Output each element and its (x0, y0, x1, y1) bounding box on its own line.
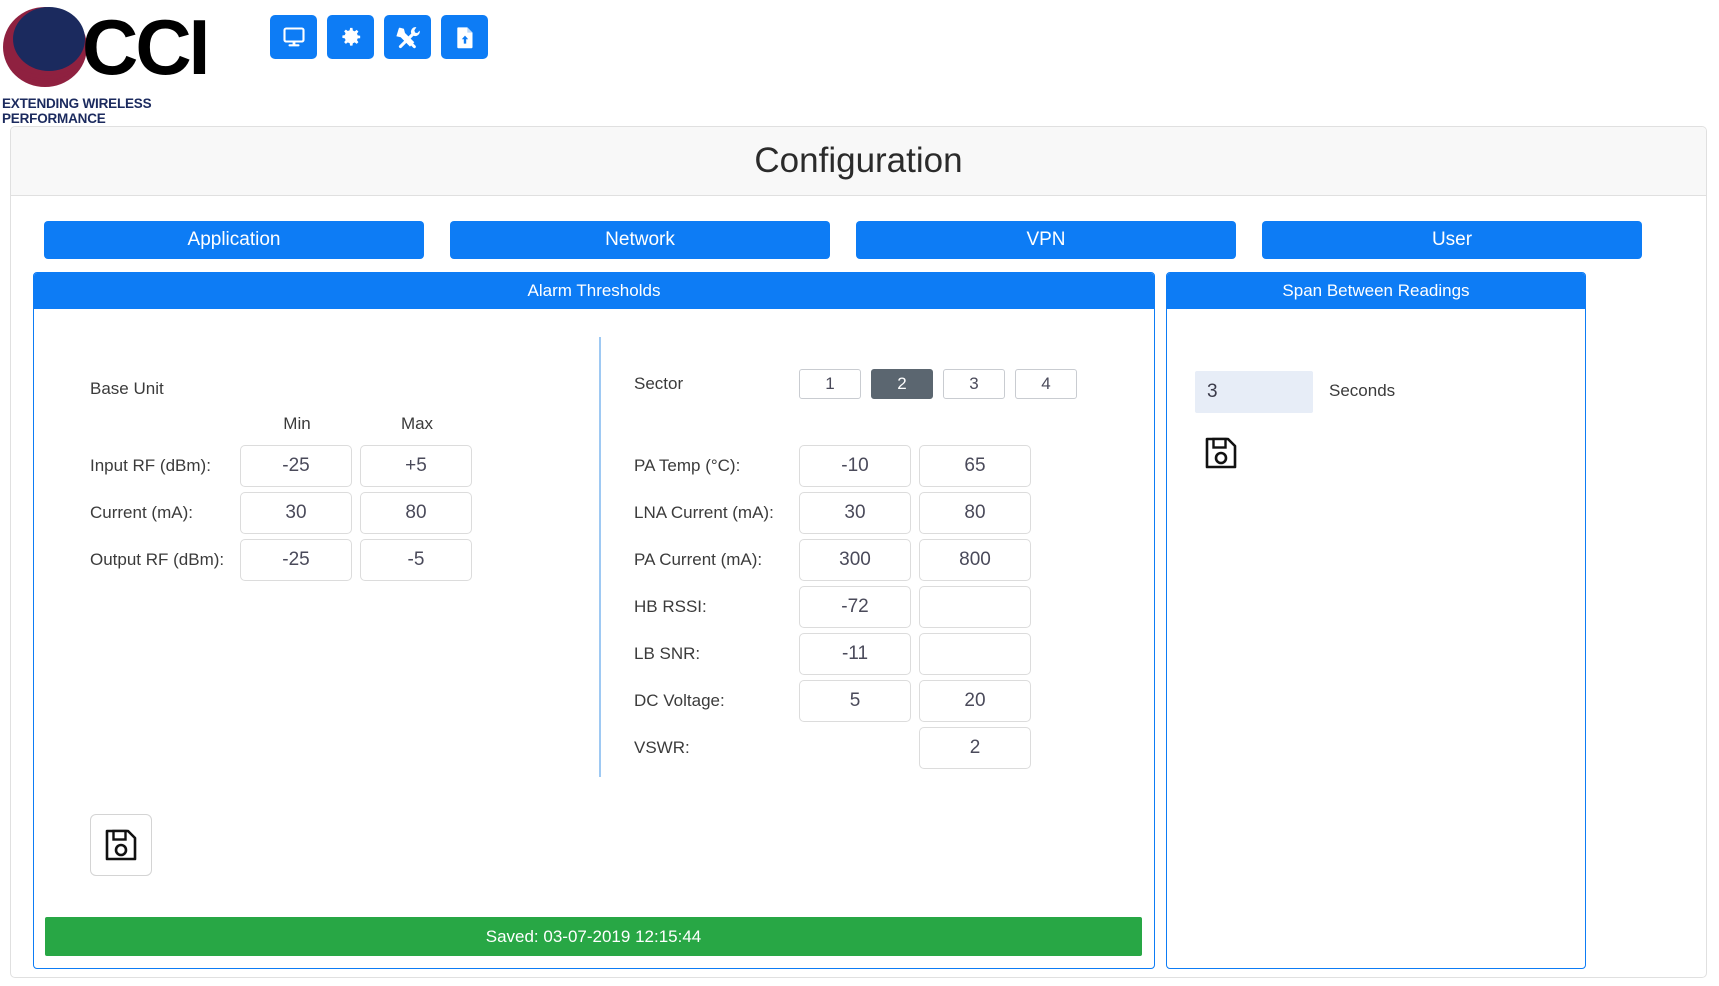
lna-current-max-field[interactable] (919, 492, 1031, 534)
column-header-max: Max (400, 414, 434, 433)
hb-rssi-max-field[interactable] (919, 586, 1031, 628)
current-max-field[interactable] (360, 492, 472, 534)
span-between-readings-panel: Span Between Readings Seconds (1166, 272, 1586, 969)
output-rf-max-field[interactable] (360, 539, 472, 581)
lna-current-min-field[interactable] (799, 492, 911, 534)
pa-temp-label: PA Temp (°C): (634, 456, 741, 475)
base-row-input-rf-label: Input RF (dBm): (90, 456, 211, 475)
span-panel-title: Span Between Readings (1167, 273, 1585, 309)
sector-row-lb-snr: LB SNR: (634, 633, 1054, 675)
alarm-thresholds-body: Base Unit Min Max Input RF (dBm): Curren… (34, 309, 1154, 968)
sector-row-lna-current: LNA Current (mA): (634, 492, 1054, 534)
logo-wordmark: CCI (82, 3, 210, 91)
tab-application[interactable]: Application (44, 221, 424, 259)
top-bar: CCI EXTENDING WIRELESS PERFORMANCE (0, 0, 1719, 126)
alarm-thresholds-title: Alarm Thresholds (34, 273, 1154, 309)
vswr-min-placeholder (799, 727, 911, 769)
base-row-output-rf-label: Output RF (dBm): (90, 550, 225, 569)
floppy-disk-icon (105, 829, 137, 861)
pa-current-max-field[interactable] (919, 539, 1031, 581)
cci-logo: CCI EXTENDING WIRELESS PERFORMANCE (0, 3, 240, 126)
configuration-card: Configuration Application Network VPN Us… (10, 126, 1707, 978)
base-row-input-rf: Input RF (dBm): (90, 445, 480, 487)
current-min-field[interactable] (240, 492, 352, 534)
dc-voltage-max-field[interactable] (919, 680, 1031, 722)
sector-row-hb-rssi: HB RSSI: (634, 586, 1054, 628)
base-row-current-label: Current (mA): (90, 503, 193, 522)
monitor-button[interactable] (270, 15, 317, 59)
lna-current-label: LNA Current (mA): (634, 503, 774, 522)
tab-vpn[interactable]: VPN (856, 221, 1236, 259)
tools-icon (395, 27, 420, 49)
monitor-icon (282, 27, 305, 47)
tab-bar: Application Network VPN User (44, 221, 1674, 259)
span-panel-body: Seconds (1167, 309, 1585, 968)
file-upload-icon (456, 26, 472, 48)
sector-row-pa-temp: PA Temp (°C): (634, 445, 1054, 487)
sector-button-1[interactable]: 1 (799, 369, 861, 399)
vertical-divider (599, 337, 601, 777)
tab-user[interactable]: User (1262, 221, 1642, 259)
logo-mark-icon (3, 7, 87, 87)
hb-rssi-min-field[interactable] (799, 586, 911, 628)
sector-button-3[interactable]: 3 (943, 369, 1005, 399)
vswr-label: VSWR: (634, 738, 690, 757)
span-unit-label: Seconds (1329, 381, 1396, 400)
logo-tagline: EXTENDING WIRELESS PERFORMANCE (2, 96, 152, 126)
icon-toolbar (270, 15, 488, 59)
sector-button-2[interactable]: 2 (871, 369, 933, 399)
status-badge: Saved: 03-07-2019 12:15:44 (45, 917, 1142, 956)
base-row-output-rf: Output RF (dBm): (90, 539, 480, 581)
dc-voltage-min-field[interactable] (799, 680, 911, 722)
file-upload-button[interactable] (441, 15, 488, 59)
input-rf-min-field[interactable] (240, 445, 352, 487)
span-seconds-input[interactable] (1195, 371, 1313, 413)
lb-snr-label: LB SNR: (634, 644, 701, 663)
dc-voltage-label: DC Voltage: (634, 691, 725, 710)
input-rf-max-field[interactable] (360, 445, 472, 487)
lb-snr-min-field[interactable] (799, 633, 911, 675)
pa-current-min-field[interactable] (799, 539, 911, 581)
sector-selector: Sector 1 2 3 4 (634, 369, 1087, 399)
base-row-current: Current (mA): (90, 492, 480, 534)
sector-label: Sector (634, 374, 684, 393)
card-header: Configuration (11, 127, 1706, 196)
span-save-button[interactable] (1195, 427, 1247, 479)
sector-row-vswr: VSWR: (634, 727, 1054, 769)
tools-button[interactable] (384, 15, 431, 59)
sector-row-dc-voltage: DC Voltage: (634, 680, 1054, 722)
floppy-disk-icon (1205, 437, 1237, 469)
sector-button-4[interactable]: 4 (1015, 369, 1077, 399)
vswr-max-field[interactable] (919, 727, 1031, 769)
output-rf-min-field[interactable] (240, 539, 352, 581)
page-title: Configuration (754, 141, 963, 180)
alarm-thresholds-panel: Alarm Thresholds Base Unit Min Max Input… (33, 272, 1155, 969)
column-header-min: Min (283, 414, 311, 433)
configuration-page: CCI EXTENDING WIRELESS PERFORMANCE Confi… (0, 0, 1719, 986)
base-unit-label: Base Unit (90, 379, 164, 398)
pa-temp-max-field[interactable] (919, 445, 1031, 487)
pa-current-label: PA Current (mA): (634, 550, 763, 569)
hb-rssi-label: HB RSSI: (634, 597, 707, 616)
lb-snr-max-field[interactable] (919, 633, 1031, 675)
tab-network[interactable]: Network (450, 221, 830, 259)
sector-row-pa-current: PA Current (mA): (634, 539, 1054, 581)
pa-temp-min-field[interactable] (799, 445, 911, 487)
alarm-save-button[interactable] (90, 814, 152, 876)
settings-button[interactable] (327, 15, 374, 59)
gear-icon (341, 27, 360, 46)
